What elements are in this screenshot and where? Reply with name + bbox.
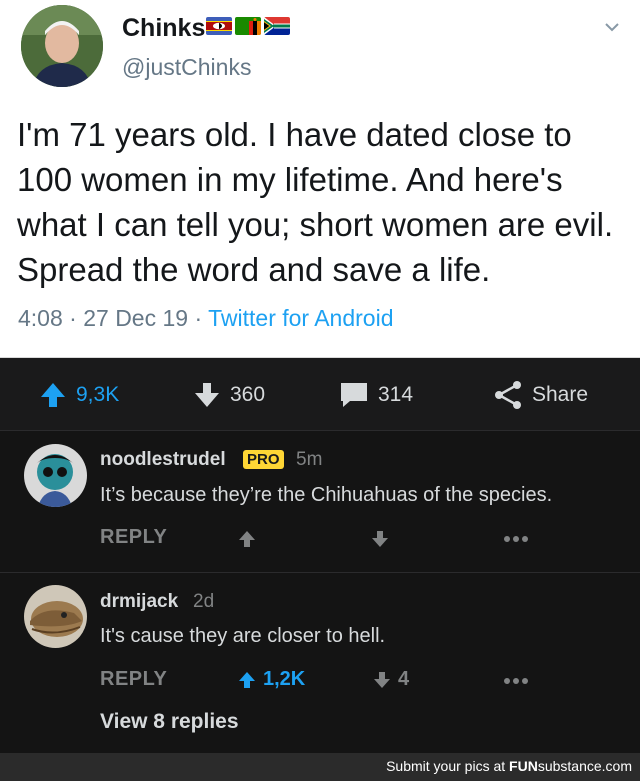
south-africa-flag-icon: [264, 17, 290, 35]
swaziland-flag-icon: [206, 17, 232, 35]
comment: noodlestrudel PRO 5m It’s because they’r…: [0, 431, 640, 572]
downvote-count: 360: [230, 383, 266, 406]
comment-age: 5m: [296, 449, 323, 470]
tweet-date: 27 Dec 19: [83, 305, 189, 331]
comment-upvote-count: 1,2K: [263, 668, 306, 690]
tweet-handle[interactable]: @justChinks: [122, 54, 251, 81]
share-label: Share: [532, 383, 589, 406]
watermark-text: Submit your pics at FUNsubstance.com: [386, 758, 632, 774]
watermark-caption: Submit your pics at: [386, 758, 506, 774]
more-options-icon[interactable]: [503, 677, 529, 685]
comment-text: It’s because they’re the Chihuahuas of t…: [100, 484, 553, 506]
watermark-bar: Submit your pics at FUNsubstance.com: [0, 753, 640, 781]
share-button[interactable]: Share: [492, 380, 588, 410]
upvote-arrow-icon: [239, 671, 255, 688]
tweet-display-name[interactable]: Chinks: [122, 14, 205, 43]
share-icon: [495, 381, 521, 409]
comment: drmijack 2d It's cause they are closer t…: [0, 573, 640, 752]
comments-button[interactable]: 314: [338, 380, 413, 410]
meta-separator: ·: [194, 305, 203, 331]
downvote-button[interactable]: 360: [192, 380, 265, 410]
tweet-time: 4:08: [18, 305, 63, 331]
tweet-text: I'm 71 years old. I have dated close to …: [17, 116, 614, 288]
pro-badge: PRO: [243, 450, 284, 469]
reply-button[interactable]: REPLY: [100, 526, 167, 549]
downvote-arrow-icon: [374, 671, 390, 688]
watermark-brand-bold: FUN: [509, 758, 538, 774]
commenter-avatar[interactable]: [24, 585, 87, 648]
meta-separator: ·: [69, 305, 77, 331]
upvote-arrow-icon[interactable]: [236, 528, 258, 550]
tweet-source-link[interactable]: Twitter for Android: [208, 305, 393, 331]
tweet-card: Chinks @justChinks I'm 71 years old. I h…: [0, 0, 640, 358]
comment-username[interactable]: drmijack: [100, 591, 178, 613]
comment-age: 2d: [193, 591, 215, 612]
comment-downvote-button[interactable]: 4: [371, 668, 409, 691]
commenter-avatar[interactable]: [24, 444, 87, 507]
view-replies-link[interactable]: View 8 replies: [100, 710, 239, 734]
comment-bubble-icon: [341, 383, 367, 407]
upvote-arrow-icon: [41, 383, 65, 407]
upvote-count: 9,3K: [76, 383, 120, 406]
flag-emojis: [206, 17, 290, 35]
zambia-flag-icon: [235, 17, 261, 35]
watermark-brand-rest: substance.com: [537, 758, 632, 774]
comment-text: It's cause they are closer to hell.: [100, 625, 386, 647]
more-options-icon[interactable]: [503, 535, 529, 543]
comment-upvote-button[interactable]: 1,2K: [236, 668, 305, 691]
tweet-meta: 4:08 · 27 Dec 19 · Twitter for Android: [18, 305, 393, 332]
post-action-bar: 9,3K 360 314 Share: [0, 358, 640, 431]
tweet-avatar[interactable]: [21, 5, 103, 87]
comment-count: 314: [378, 383, 414, 406]
reply-button[interactable]: REPLY: [100, 668, 167, 691]
downvote-arrow-icon[interactable]: [369, 528, 391, 550]
downvote-arrow-icon: [195, 383, 219, 407]
upvote-button[interactable]: 9,3K: [38, 380, 119, 410]
comment-downvote-count: 4: [398, 668, 410, 690]
chevron-down-icon[interactable]: [603, 18, 621, 36]
comment-username[interactable]: noodlestrudel: [100, 449, 226, 471]
